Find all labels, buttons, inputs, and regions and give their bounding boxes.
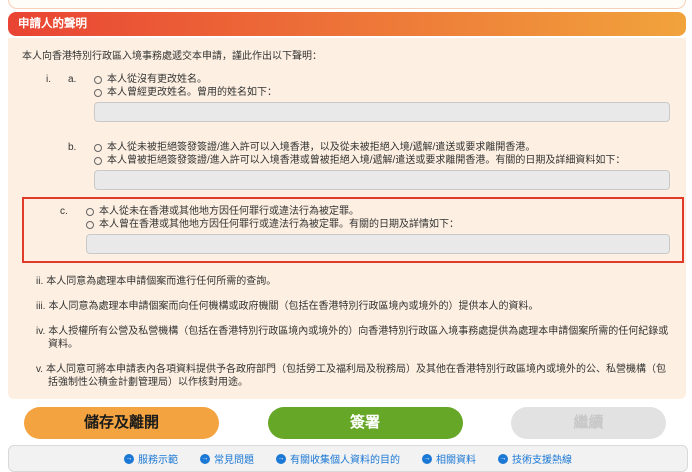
radio-option-never-refused[interactable]: 本人從未被拒絕簽發簽證/進入許可以入境香港，以及從未被拒絕入境/遞解/遣送或要求… xyxy=(94,141,670,154)
footer-link-personal-data-purpose[interactable]: → 有關收集個人資料的目的 xyxy=(276,451,400,466)
declaration-panel: 本人向香港特別行政區入境事務處遞交本申請，謹此作出以下聲明： i. a. 本人從… xyxy=(8,38,686,399)
continue-button[interactable]: 繼續 xyxy=(511,407,666,439)
footer-links-bar: → 服務示範 → 常見問題 → 有關收集個人資料的目的 → 相關資料 → 技術支… xyxy=(8,445,688,472)
conviction-group-highlight-box: c. 本人從未在香港或其他地方因任何罪行或違法行為被定罪。 本人曾在香港或其他地… xyxy=(22,197,684,263)
name-change-group: i. a. 本人從沒有更改姓名。 本人曾經更改姓名。曾用的姓名如下： xyxy=(8,73,686,122)
radio-option-changed-name[interactable]: 本人曾經更改姓名。曾用的姓名如下： xyxy=(94,86,670,99)
radio-option-label: 本人從未在香港或其他地方因任何罪行或違法行為被定罪。 xyxy=(99,205,359,218)
arrow-circle-icon: → xyxy=(276,454,286,464)
footer-link-service-demo[interactable]: → 服務示範 xyxy=(124,451,178,466)
radio-option-label: 本人從沒有更改姓名。 xyxy=(107,73,207,86)
footer-link-faq[interactable]: → 常見問題 xyxy=(200,451,254,466)
sub-item-label: b. xyxy=(68,141,94,190)
arrow-circle-icon: → xyxy=(124,454,134,464)
item-text: 本人同意為處理本申請個案而向任何機構或政府機關（包括在香港特別行政區境內或境外的… xyxy=(48,301,538,312)
radio-button-icon[interactable] xyxy=(86,208,94,216)
conviction-group: c. 本人從未在香港或其他地方因任何罪行或違法行為被定罪。 本人曾在香港或其他地… xyxy=(24,205,670,254)
footer-link-label: 常見問題 xyxy=(214,451,254,466)
radio-option-never-changed-name[interactable]: 本人從沒有更改姓名。 xyxy=(94,73,670,86)
action-button-row: 儲存及離開 簽署 繼續 xyxy=(24,407,666,439)
save-and-exit-button[interactable]: 儲存及離開 xyxy=(24,407,219,439)
arrow-circle-icon: → xyxy=(422,454,432,464)
item-label: ii. xyxy=(36,276,43,287)
radio-option-was-convicted[interactable]: 本人曾在香港或其他地方因任何罪行或違法行為被定罪。有關的日期及詳情如下： xyxy=(86,218,670,231)
arrow-circle-icon: → xyxy=(200,454,210,464)
footer-link-label: 有關收集個人資料的目的 xyxy=(290,451,400,466)
radio-button-icon[interactable] xyxy=(94,76,102,84)
declaration-item-ii: ii.本人同意為處理本申請個案而進行任何所需的查詢。 xyxy=(8,275,686,288)
radio-option-label: 本人曾被拒絕簽發簽證/進入許可以入境香港或曾被拒絕入境/遞解/遣送或要求離開香港… xyxy=(107,154,625,167)
refusal-details-input[interactable] xyxy=(94,170,670,190)
radio-button-icon[interactable] xyxy=(86,221,94,229)
intro-text: 本人向香港特別行政區入境事務處遞交本申請，謹此作出以下聲明： xyxy=(8,50,686,63)
radio-option-label: 本人曾經更改姓名。曾用的姓名如下： xyxy=(107,86,277,99)
radio-button-icon[interactable] xyxy=(94,144,102,152)
item-label: iii. xyxy=(36,301,45,312)
footer-link-related-info[interactable]: → 相關資料 xyxy=(422,451,476,466)
footer-link-label: 技術支援熱線 xyxy=(512,451,572,466)
radio-option-was-refused[interactable]: 本人曾被拒絕簽發簽證/進入許可以入境香港或曾被拒絕入境/遞解/遣送或要求離開香港… xyxy=(94,154,670,167)
item-label: v. xyxy=(36,364,43,375)
conviction-details-input[interactable] xyxy=(86,234,670,254)
footer-link-support-hotline[interactable]: → 技術支援熱線 xyxy=(498,451,572,466)
radio-button-icon[interactable] xyxy=(94,89,102,97)
previous-section-edge xyxy=(8,0,686,9)
item-text: 本人同意為處理本申請個案而進行任何所需的查詢。 xyxy=(46,276,276,287)
item-text: 本人同意可將本申請表內各項資料提供予各政府部門（包括勞工及福利局及稅務局）及其他… xyxy=(46,364,666,388)
declaration-item-iii: iii.本人同意為處理本申請個案而向任何機構或政府機關（包括在香港特別行政區境內… xyxy=(8,300,686,313)
radio-option-label: 本人曾在香港或其他地方因任何罪行或違法行為被定罪。有關的日期及詳情如下： xyxy=(99,218,459,231)
roman-numeral-label: i. xyxy=(46,73,68,122)
footer-link-label: 相關資料 xyxy=(436,451,476,466)
item-label: iv. xyxy=(36,326,45,337)
sub-item-label: a. xyxy=(68,73,94,122)
sub-item-label: c. xyxy=(60,205,86,254)
arrow-circle-icon: → xyxy=(498,454,508,464)
sign-button[interactable]: 簽署 xyxy=(268,407,463,439)
radio-option-never-convicted[interactable]: 本人從未在香港或其他地方因任何罪行或違法行為被定罪。 xyxy=(86,205,670,218)
radio-option-label: 本人從未被拒絕簽發簽證/進入許可以入境香港，以及從未被拒絕入境/遞解/遣送或要求… xyxy=(107,141,535,154)
footer-link-label: 服務示範 xyxy=(138,451,178,466)
radio-button-icon[interactable] xyxy=(94,157,102,165)
item-text: 本人授權所有公營及私營機構（包括在香港特別行政區境內或境外的）向香港特別行政區入… xyxy=(48,326,668,350)
former-names-input[interactable] xyxy=(94,102,670,122)
refusal-group: b. 本人從未被拒絕簽發簽證/進入許可以入境香港，以及從未被拒絕入境/遞解/遣送… xyxy=(8,141,686,190)
section-title: 申請人的聲明 xyxy=(8,12,686,36)
declaration-item-v: v.本人同意可將本申請表內各項資料提供予各政府部門（包括勞工及福利局及稅務局）及… xyxy=(8,363,686,389)
declaration-item-iv: iv.本人授權所有公營及私營機構（包括在香港特別行政區境內或境外的）向香港特別行… xyxy=(8,325,686,351)
